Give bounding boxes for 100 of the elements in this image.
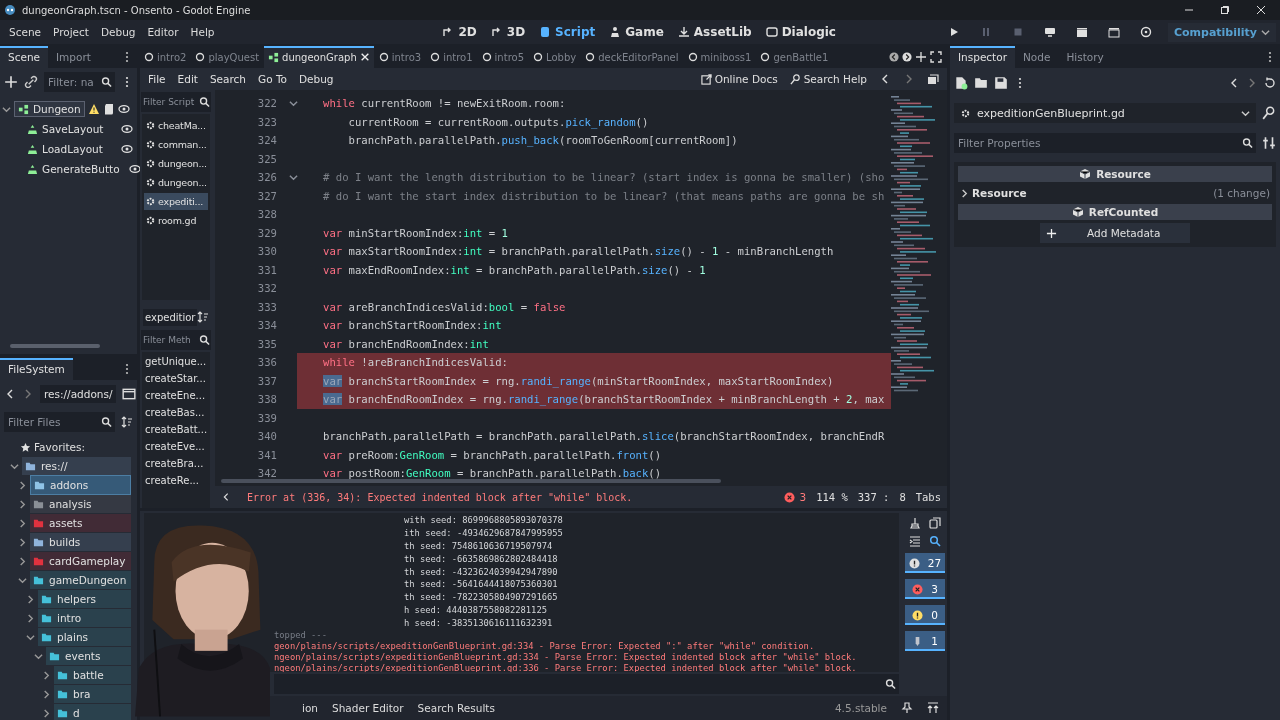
scrollbar[interactable]	[10, 344, 100, 348]
folder-item[interactable]: builds	[30, 533, 131, 551]
back-icon[interactable]	[221, 492, 231, 502]
search-icon[interactable]	[98, 412, 115, 432]
help-icon[interactable]	[1262, 106, 1276, 120]
workspace-tab[interactable]: 2D	[442, 25, 477, 39]
folder-item[interactable]: bra	[54, 685, 131, 703]
workspace-tab[interactable]: 3D	[490, 25, 526, 39]
scene-node[interactable]: GenerateButto	[24, 162, 123, 176]
expand-icon[interactable]	[927, 702, 939, 714]
history-icon[interactable]	[1264, 77, 1276, 89]
search-icon[interactable]	[929, 535, 941, 547]
dock-tab[interactable]: Scene	[0, 46, 48, 68]
folder-item[interactable]: battle	[54, 666, 131, 684]
menu-item[interactable]: Editor	[147, 26, 179, 38]
search-icon[interactable]	[882, 674, 899, 694]
scroll-right-icon[interactable]	[902, 52, 912, 62]
script-item[interactable]: cheatMa...	[144, 117, 208, 134]
filter-field[interactable]: Filter Script	[141, 92, 198, 112]
editor-tab[interactable]: intro2	[140, 46, 191, 68]
indent-mode[interactable]: Tabs	[915, 491, 941, 503]
close-icon[interactable]	[1256, 5, 1266, 15]
editor-tab[interactable]: intro5	[477, 46, 528, 68]
folder-icon[interactable]	[974, 76, 988, 90]
method-item[interactable]: createRe...	[145, 475, 207, 486]
filter-field[interactable]: Filter Meth	[141, 330, 198, 350]
favorites-label[interactable]: Favorites:	[34, 441, 85, 453]
resource-dropdown[interactable]: expeditionGenBlueprint.gd	[954, 103, 1256, 123]
script-item[interactable]: room.gd	[144, 212, 208, 229]
menu-item[interactable]: Debug	[100, 26, 136, 38]
clear-icon[interactable]	[909, 517, 921, 529]
zoom-level[interactable]: 114 %	[816, 491, 848, 503]
error-count[interactable]: 3	[799, 491, 807, 503]
new-resource-icon[interactable]	[954, 76, 968, 90]
collapse-icon[interactable]	[909, 535, 921, 547]
workspace-tab[interactable]: Dialogic	[765, 25, 836, 39]
visibility-icon[interactable]	[117, 103, 130, 115]
copy-icon[interactable]	[929, 517, 941, 529]
script-item[interactable]: dungeon...	[144, 174, 208, 191]
pin-icon[interactable]	[901, 702, 913, 714]
tools-icon[interactable]	[1262, 136, 1276, 150]
folder-item[interactable]: cardGameplay	[30, 552, 131, 570]
log-filter-button[interactable]: 3	[905, 579, 945, 599]
scrollbar[interactable]	[221, 479, 721, 483]
method-item[interactable]: createBatt...	[145, 424, 207, 435]
search-icon[interactable]	[198, 92, 211, 112]
script-item[interactable]: dungeon...	[144, 155, 208, 172]
dock-tab[interactable]: FileSystem	[0, 358, 73, 380]
window-icon[interactable]	[122, 387, 137, 401]
search-icon[interactable]	[198, 330, 211, 350]
bottom-panel-tab[interactable]: Search Results	[417, 702, 495, 714]
method-item[interactable]: createEne...	[145, 390, 207, 401]
filter-field[interactable]: Filter Files	[4, 412, 98, 432]
editor-tab[interactable]: playQuest	[191, 46, 264, 68]
folder-item[interactable]: gameDungeon	[30, 571, 131, 589]
editor-tab[interactable]: Lobby	[529, 46, 581, 68]
menu-item[interactable]: Project	[53, 26, 89, 38]
filter-field[interactable]: Filter: na	[44, 72, 98, 92]
close-icon[interactable]	[359, 52, 370, 62]
log-filter-button[interactable]: 1	[905, 631, 945, 651]
folder-item[interactable]: plains	[38, 628, 131, 646]
method-item[interactable]: getUnique...	[145, 356, 207, 367]
script-item[interactable]: comman...	[144, 136, 208, 153]
workspace-tab[interactable]: AssetLib	[677, 25, 752, 39]
folder-item[interactable]: helpers	[38, 590, 131, 608]
monitor-icon[interactable]	[1043, 26, 1056, 38]
search-icon[interactable]	[98, 72, 115, 92]
scroll-left-icon[interactable]	[889, 52, 899, 62]
online-docs-button[interactable]: Online Docs	[700, 73, 778, 85]
dock-tab[interactable]: Node	[1015, 46, 1059, 68]
log-filter-button[interactable]: 27	[905, 553, 945, 573]
sort-icon[interactable]	[197, 311, 210, 323]
menu-item[interactable]: File	[148, 73, 166, 85]
fold-icon[interactable]	[289, 172, 298, 182]
add-icon[interactable]	[4, 75, 18, 89]
method-item[interactable]: createBra...	[145, 458, 207, 469]
workspace-tab[interactable]: Script	[539, 25, 596, 39]
editor-tab[interactable]: genBattle1	[756, 46, 833, 68]
editor-tab[interactable]: miniboss1	[683, 46, 756, 68]
sort-icon[interactable]	[121, 416, 133, 428]
scene-node[interactable]: LoadLayout	[24, 142, 106, 156]
folder-item[interactable]: intro	[38, 609, 131, 627]
link-icon[interactable]	[24, 75, 38, 89]
menu-item[interactable]: Scene	[9, 26, 41, 38]
visibility-icon[interactable]	[121, 123, 133, 135]
add-icon[interactable]	[915, 51, 927, 63]
fullscreen-icon[interactable]	[930, 51, 942, 63]
movie-reel-icon[interactable]	[1139, 26, 1152, 38]
script-item[interactable]: expediti...	[144, 193, 208, 210]
bottom-panel-tab[interactable]: Shader Editor	[332, 702, 404, 714]
maximize-icon[interactable]	[1220, 5, 1230, 15]
fold-icon[interactable]	[289, 98, 298, 108]
method-item[interactable]: createStar...	[145, 373, 207, 384]
bottom-panel-tab[interactable]: ion	[302, 702, 318, 714]
visibility-icon[interactable]	[128, 163, 141, 175]
clapperboard-icon[interactable]	[1075, 26, 1088, 38]
renderer-dropdown[interactable]: Compatibility	[1167, 22, 1276, 42]
path-field[interactable]: res://addons/	[40, 385, 117, 403]
editor-tab[interactable]: intro3	[374, 46, 426, 68]
menu-item[interactable]: Debug	[298, 73, 334, 85]
